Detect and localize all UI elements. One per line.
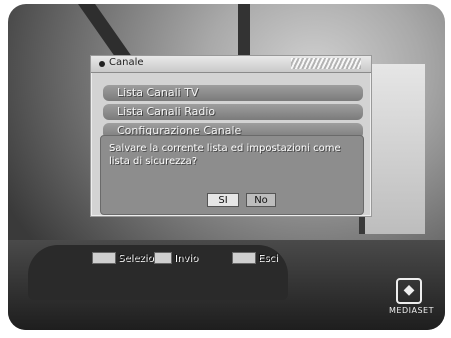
logo-text: MEDIASET [389, 306, 434, 315]
footer-exit: Esci [232, 252, 278, 264]
panel-header: Canale [91, 56, 371, 73]
confirm-dialog: Salvare la corrente lista ed impostazion… [100, 135, 364, 215]
bullet-icon [99, 61, 105, 67]
panel-title: Canale [109, 57, 144, 68]
menu-item-tv-list[interactable]: Lista Canali TV [103, 85, 363, 101]
footer-select: Selezion [92, 252, 160, 264]
menu-item-radio-list[interactable]: Lista Canali Radio [103, 104, 363, 120]
menu-key-icon [232, 252, 256, 264]
footer-send: Invio [154, 252, 198, 264]
footer-legend: Selezion Invio Esci [92, 252, 332, 266]
mediaset-logo: ◆ MEDIASET [389, 278, 434, 318]
dialog-message: Salvare la corrente lista ed impostazion… [109, 143, 341, 167]
ok-key-icon [154, 252, 172, 264]
no-button[interactable]: No [246, 193, 276, 207]
header-stripes [291, 58, 361, 69]
footer-exit-label: Esci [258, 252, 278, 264]
logo-icon: ◆ [396, 278, 422, 304]
arrow-keys-icon [92, 252, 116, 264]
yes-button[interactable]: SI [207, 193, 239, 207]
footer-send-label: Invio [174, 252, 199, 264]
